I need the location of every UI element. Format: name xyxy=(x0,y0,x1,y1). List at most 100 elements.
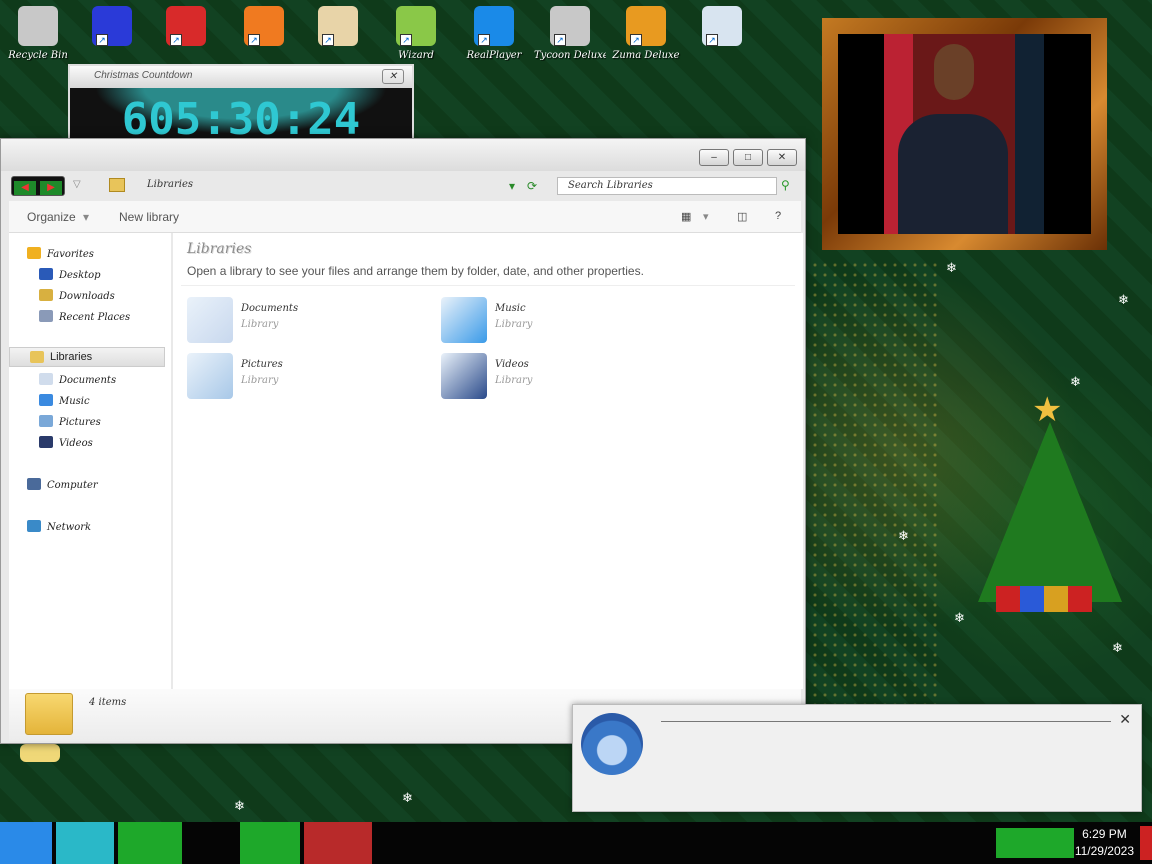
sidebar-item-libraries[interactable]: Libraries xyxy=(9,347,165,367)
address-path[interactable]: Libraries xyxy=(147,179,193,190)
taskbar-app-firefox[interactable] xyxy=(56,822,114,864)
sidebar-item-label: Network xyxy=(47,522,92,533)
address-dropdown-icon[interactable]: ▾ xyxy=(509,179,515,193)
sidebar-item-documents[interactable]: Documents xyxy=(39,373,116,386)
maximize-button[interactable]: □ xyxy=(733,149,763,166)
taskbar-app-window[interactable] xyxy=(304,822,372,864)
library-item[interactable]: Documents Library xyxy=(187,297,387,347)
navigation-pane: Favorites Desktop Downloads Recent Place… xyxy=(9,233,171,689)
library-item[interactable]: Music Library xyxy=(441,297,641,347)
desktop-icon[interactable]: ↗ xyxy=(686,6,758,50)
sidebar-item-downloads[interactable]: Downloads xyxy=(39,289,115,302)
portrait-photo xyxy=(838,34,1091,234)
desktop-icon[interactable]: ↗ xyxy=(302,6,374,50)
command-bar: Organize ▾ New library ▦ ▾ ◫ ? xyxy=(9,201,801,233)
taskbar-app-explorer[interactable] xyxy=(118,822,182,864)
window-titlebar[interactable]: – □ ✕ xyxy=(1,139,805,171)
desktop-icon[interactable]: Recycle Bin xyxy=(2,6,74,61)
explorer-window[interactable]: – □ ✕ ◀ ▶ ▽ Libraries ▾ ⟳ Search Librarie… xyxy=(0,138,806,744)
network-icon xyxy=(27,520,41,532)
details-text: 4 items xyxy=(89,697,127,708)
sidebar-item-videos[interactable]: Videos xyxy=(39,436,93,449)
library-type: Library xyxy=(495,319,533,330)
countdown-gadget[interactable]: Christmas Countdown ✕ 605:30:24 xyxy=(68,64,414,142)
search-input[interactable]: Search Libraries xyxy=(557,177,777,195)
recent-pages-dropdown[interactable]: ▽ xyxy=(73,179,81,190)
desktop-icon[interactable]: ↗ xyxy=(150,6,222,50)
sidebar-item-music[interactable]: Music xyxy=(39,394,90,407)
minimize-button[interactable]: – xyxy=(699,149,729,166)
mail-notification[interactable]: ✕ xyxy=(572,704,1142,812)
snowflake-icon: ❄ xyxy=(1118,292,1129,307)
desktop-icon[interactable]: ↗ Zuma Deluxe xyxy=(610,6,682,61)
organize-button[interactable]: Organize xyxy=(27,210,76,224)
app-icon: ↗ xyxy=(396,6,436,46)
portrait-gadget[interactable] xyxy=(822,18,1107,250)
snowflake-icon: ❄ xyxy=(1112,640,1123,655)
search-icon[interactable]: ⚲ xyxy=(781,178,790,192)
views-icon[interactable]: ▦ xyxy=(681,210,691,223)
countdown-close-button[interactable]: ✕ xyxy=(382,69,404,84)
sidebar-item-label: Downloads xyxy=(59,291,115,302)
refresh-icon[interactable]: ⟳ xyxy=(527,179,537,193)
app-icon: ↗ xyxy=(702,6,742,46)
desktop-icon[interactable]: ↗ Tycoon Deluxe xyxy=(534,6,606,61)
library-item[interactable]: Pictures Library xyxy=(187,353,387,403)
countdown-titlebar[interactable]: Christmas Countdown ✕ xyxy=(70,66,412,88)
clock[interactable]: 6:29 PM 11/29/2023 xyxy=(1075,826,1134,860)
sidebar-item-label: Music xyxy=(59,396,90,407)
snowflake-icon: ❄ xyxy=(946,260,957,275)
sidebar-item-desktop[interactable]: Desktop xyxy=(39,268,101,281)
notification-from xyxy=(661,713,1111,722)
shortcut-arrow-icon: ↗ xyxy=(630,34,642,46)
sidebar-item-label: Videos xyxy=(59,438,93,449)
tree-body xyxy=(978,422,1122,602)
library-icon xyxy=(441,353,487,399)
close-button[interactable]: ✕ xyxy=(767,149,797,166)
sidebar-item-pictures[interactable]: Pictures xyxy=(39,415,101,428)
library-item[interactable]: Videos Library xyxy=(441,353,641,403)
sidebar-item-label: Favorites xyxy=(47,249,94,260)
divider xyxy=(181,285,795,286)
system-tray[interactable] xyxy=(996,828,1074,858)
views-arrow-icon[interactable]: ▾ xyxy=(703,210,709,223)
organize-arrow-icon[interactable]: ▾ xyxy=(83,210,89,224)
desktop-icon-label: Wizard xyxy=(398,50,434,61)
show-desktop-button[interactable] xyxy=(1140,826,1152,860)
back-button[interactable]: ◀ xyxy=(14,181,36,195)
shortcut-arrow-icon: ↗ xyxy=(400,34,412,46)
taskbar-app-tree[interactable] xyxy=(240,822,300,864)
videos-icon xyxy=(39,436,53,448)
new-library-button[interactable]: New library xyxy=(119,210,179,224)
taskbar: 6:29 PM 11/29/2023 xyxy=(0,822,1152,864)
sidebar-item-label: Pictures xyxy=(59,417,101,428)
help-icon[interactable]: ? xyxy=(775,210,781,222)
desktop-icon[interactable]: ↗ Wizard xyxy=(380,6,452,61)
desktop-icon[interactable]: ↗ RealPlayer xyxy=(458,6,530,61)
shortcut-arrow-icon: ↗ xyxy=(170,34,182,46)
taskbar-app-santa[interactable] xyxy=(0,822,52,864)
sidebar-item-network[interactable]: Network xyxy=(27,520,91,533)
desktop-icon[interactable] xyxy=(4,744,76,766)
tree-star-icon: ★ xyxy=(1032,391,1063,429)
content-pane: Libraries Open a library to see your fil… xyxy=(173,233,803,689)
christmas-tree: ★ xyxy=(960,390,1140,620)
taskbar-app-chrome[interactable] xyxy=(186,822,236,864)
app-icon: ↗ xyxy=(92,6,132,46)
address-folder-icon xyxy=(109,178,125,192)
sidebar-item-computer[interactable]: Computer xyxy=(27,478,98,491)
shortcut-arrow-icon: ↗ xyxy=(322,34,334,46)
preview-pane-icon[interactable]: ◫ xyxy=(737,210,747,223)
library-icon xyxy=(187,297,233,343)
sidebar-item-favorites[interactable]: Favorites xyxy=(27,247,94,260)
downloads-icon xyxy=(39,289,53,301)
library-type: Library xyxy=(241,319,279,330)
desktop-icon[interactable]: ↗ xyxy=(228,6,300,50)
notification-close-button[interactable]: ✕ xyxy=(1119,711,1131,728)
sidebar-item-recent-places[interactable]: Recent Places xyxy=(39,310,130,323)
forward-button[interactable]: ▶ xyxy=(40,181,62,195)
library-name: Documents xyxy=(241,303,299,314)
sparkle-decoration xyxy=(810,260,940,720)
photo-figure xyxy=(898,114,1008,234)
desktop-icon[interactable]: ↗ xyxy=(76,6,148,50)
